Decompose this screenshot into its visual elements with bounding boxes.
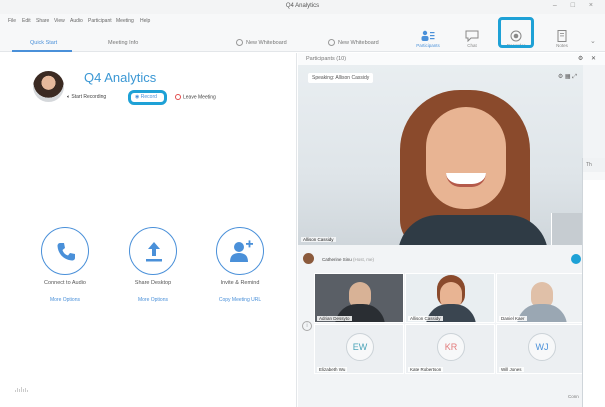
whiteboard-icon (236, 39, 243, 46)
new-whiteboard-label-2: New Whiteboard (338, 39, 379, 46)
menu-meeting[interactable]: Meeting (116, 18, 134, 24)
participants-pane: Participants (10) ⚙ ✕ Speaking: Allison … (298, 53, 605, 407)
self-view-thumbnail[interactable] (551, 213, 583, 245)
participant-grid: Adrian Dessyto Allison Cassidy Daniel Ka… (314, 273, 586, 374)
tab-underline (12, 50, 72, 52)
notes-button[interactable]: Notes (546, 30, 578, 52)
invite-remind-button[interactable] (216, 227, 264, 275)
video-person-shirt (398, 215, 548, 245)
side-window-title: Th (583, 158, 605, 172)
recorder-highlight (498, 17, 534, 48)
connect-audio-label: Connect to Audio (44, 280, 86, 286)
panel-controls[interactable]: ⚙ ✕ (578, 55, 599, 62)
participant-tile[interactable]: WJ Will Jones (496, 324, 586, 374)
participant-initials: KR (437, 333, 465, 361)
cisco-logo-mark (15, 387, 28, 392)
participants-label: Participants (416, 43, 440, 48)
presenter-avatar (303, 253, 314, 264)
chat-label: Chat (467, 43, 477, 48)
participant-name: Allison Cassidy (408, 316, 443, 321)
participants-icon (421, 30, 435, 41)
menu-audio[interactable]: Audio (70, 18, 83, 24)
video-name-label: Allison Cassidy (301, 237, 336, 242)
share-desktop-button[interactable] (129, 227, 177, 275)
video-stage[interactable]: Speaking: Allison Cassidy ⚙ ▦ ⤢ Allison … (298, 65, 583, 245)
new-whiteboard-button-2[interactable]: New Whiteboard (328, 39, 379, 46)
leave-meeting-label: Leave Meeting (183, 94, 216, 101)
chevron-down-icon[interactable]: ⌄ (590, 37, 596, 45)
title-bar: Q4 Analytics – □ × (0, 0, 605, 14)
new-whiteboard-label: New Whiteboard (246, 39, 287, 46)
copy-meeting-url-link[interactable]: Copy Meeting URL (195, 297, 285, 303)
layout-icon[interactable]: ⚙ ▦ ⤢ (558, 73, 577, 81)
notes-label: Notes (556, 43, 568, 48)
share-desktop-label: Share Desktop (134, 280, 172, 286)
video-person-face (426, 107, 506, 209)
menu-share[interactable]: Share (36, 18, 49, 24)
participant-tile[interactable]: Adrian Dessyto (314, 273, 404, 323)
participants-header: Participants (10) ⚙ ✕ (298, 53, 605, 65)
more-options-link[interactable]: More Options (20, 297, 110, 303)
participant-tile[interactable]: EW Elizabeth Wu (314, 324, 404, 374)
participant-name: Elizabeth Wu (317, 367, 348, 372)
presenter-name: Catherine Sinu (322, 257, 352, 262)
meeting-title: Q4 Analytics (84, 70, 157, 85)
presenter-status-icon[interactable] (571, 254, 581, 264)
invite-remind-label: Invite & Remind (220, 280, 260, 286)
new-whiteboard-button[interactable]: New Whiteboard (236, 39, 287, 46)
chat-button[interactable]: Chat (456, 30, 488, 52)
connect-audio-button[interactable] (41, 227, 89, 275)
participant-tile[interactable]: Daniel Kaer (496, 273, 586, 323)
upload-icon (146, 242, 162, 262)
participant-initials: WJ (528, 333, 556, 361)
chat-icon (465, 30, 479, 42)
window-controls[interactable]: – □ × (553, 2, 599, 9)
menu-help[interactable]: Help (140, 18, 150, 24)
participant-tile[interactable]: Allison Cassidy (405, 273, 495, 323)
phone-icon (57, 243, 75, 261)
speaker-icon: 🔈︎ (67, 94, 71, 100)
participant-name: Kate Robertson (408, 367, 444, 372)
info-icon[interactable]: i (302, 321, 312, 331)
side-window[interactable]: Th (582, 158, 605, 407)
start-recording-button[interactable]: 🔈︎ Start Recording (67, 94, 106, 100)
menu-view[interactable]: View (54, 18, 65, 24)
start-recording-label: Start Recording (71, 94, 107, 100)
leave-icon (175, 94, 181, 100)
record-highlight (128, 90, 167, 105)
presenter-row[interactable]: Catherine Sinu (Host, me) (298, 249, 583, 269)
participant-name: Daniel Kaer (499, 316, 527, 321)
avatar (33, 71, 64, 102)
menu-edit[interactable]: Edit (22, 18, 31, 24)
side-window-toolbar (583, 172, 605, 180)
more-options-link-2[interactable]: More Options (108, 297, 198, 303)
whiteboard-icon (328, 39, 335, 46)
participants-button[interactable]: Participants (412, 30, 444, 52)
add-user-icon (230, 240, 253, 262)
participant-name: Will Jones (499, 367, 524, 372)
leave-meeting-button[interactable]: Leave Meeting (175, 94, 216, 100)
window-title: Q4 Analytics (285, 3, 320, 9)
cisco-logo (14, 387, 30, 395)
presenter-text: Catherine Sinu (Host, me) (322, 257, 374, 262)
participant-tile[interactable]: KR Kate Robertson (405, 324, 495, 374)
participant-initials: EW (346, 333, 374, 361)
menu-participant[interactable]: Participant (88, 18, 112, 24)
menu-file[interactable]: File (8, 18, 16, 24)
presenter-role: (Host, me) (353, 257, 375, 262)
participants-count[interactable]: Participants (10) (306, 56, 346, 62)
quick-start-pane: Q4 Analytics 🔈︎ Start Recording ◉ Record… (0, 53, 297, 407)
side-window-bottom-label: Conn (568, 394, 579, 399)
speaking-indicator: Speaking: Allison Cassidy (308, 73, 374, 83)
tab-quick-start[interactable]: Quick Start (30, 40, 57, 46)
tab-meeting-info[interactable]: Meeting Info (108, 40, 138, 46)
notes-icon (557, 30, 567, 42)
participant-name: Adrian Dessyto (317, 316, 352, 321)
